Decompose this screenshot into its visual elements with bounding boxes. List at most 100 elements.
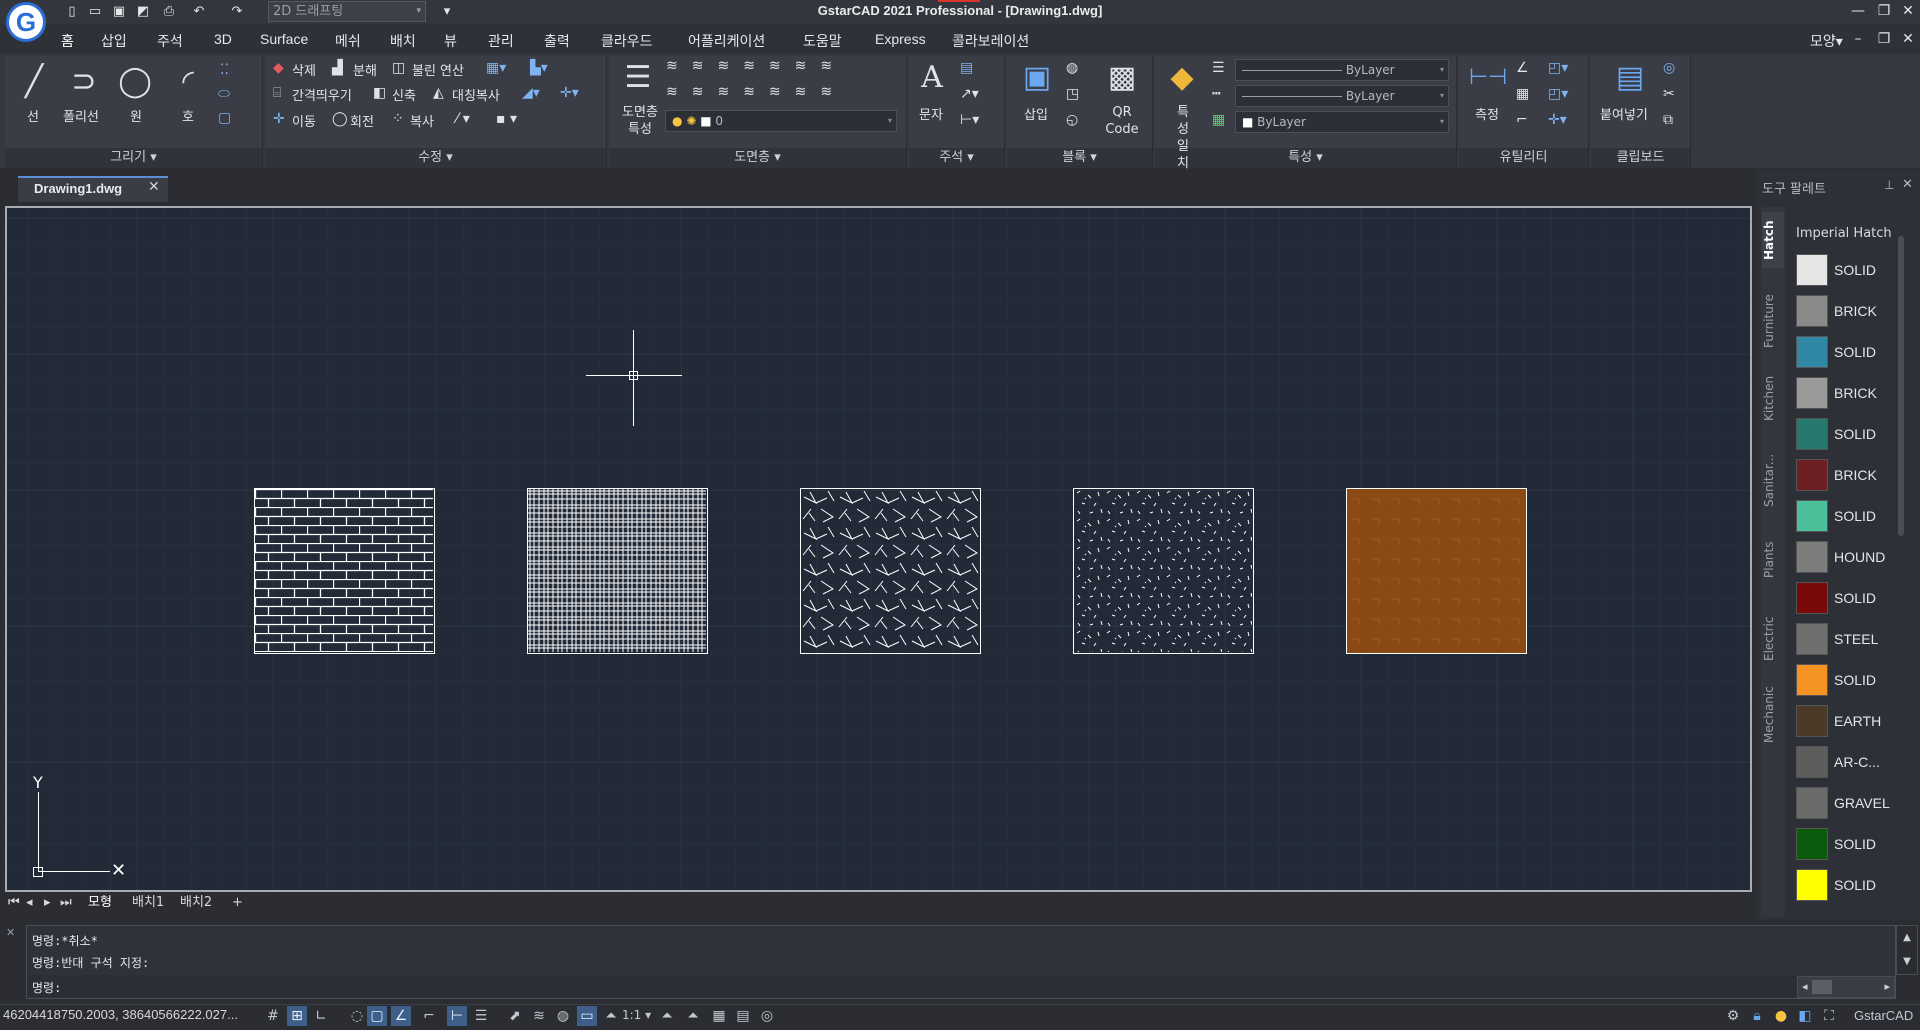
- palette-tab-electric[interactable]: Electric: [1762, 610, 1784, 668]
- otrack-icon[interactable]: ∠: [391, 1006, 411, 1026]
- palette-close-icon[interactable]: ✕: [1902, 177, 1913, 192]
- mirror-tool[interactable]: 대칭복사: [452, 85, 500, 104]
- line-icon[interactable]: ╱: [12, 60, 56, 104]
- panel-properties-title[interactable]: 특성 ▾: [1155, 148, 1456, 168]
- workspace-select[interactable]: 2D 드래프팅 ▾: [268, 1, 426, 22]
- point-icon[interactable]: ⁚⁚: [220, 62, 229, 78]
- menu-3d[interactable]: 3D: [214, 31, 232, 47]
- explode-tool[interactable]: 분해: [353, 60, 377, 79]
- lock-icon[interactable]: 🔒︎: [1747, 1006, 1767, 1026]
- palette-item[interactable]: EARTH: [1796, 705, 1906, 739]
- polar-icon[interactable]: ◌: [347, 1006, 367, 1026]
- tab-layout1[interactable]: 배치1: [132, 893, 164, 913]
- menu-view[interactable]: 뷰: [444, 31, 457, 51]
- menu-mesh[interactable]: 메쉬: [335, 31, 361, 51]
- hatch-solid[interactable]: [1346, 488, 1527, 654]
- copy-clip-icon[interactable]: ◎: [1663, 60, 1675, 76]
- menu-surface[interactable]: Surface: [260, 31, 308, 47]
- palette-item[interactable]: SOLID: [1796, 869, 1906, 903]
- menu-cloud[interactable]: 클라우드: [601, 31, 653, 51]
- tab-prev-icon[interactable]: ◂: [26, 893, 33, 913]
- palette-pin-icon[interactable]: ⊥: [1884, 178, 1894, 192]
- document-tab[interactable]: Drawing1.dwg: [18, 176, 168, 202]
- ducs-icon[interactable]: ⌐: [419, 1006, 439, 1026]
- break-icon[interactable]: ▪ ▾: [496, 111, 517, 127]
- command-close-icon[interactable]: ✕: [6, 926, 15, 939]
- qr-code-icon[interactable]: ▩: [1100, 56, 1144, 100]
- snap-grid-icon[interactable]: ⊞: [287, 1006, 307, 1026]
- annotation-visibility-icon[interactable]: ⏶: [657, 1006, 677, 1026]
- tab-next-icon[interactable]: ▸: [44, 893, 51, 913]
- lineweight-combo[interactable]: ByLayer ▾: [1235, 59, 1449, 81]
- customize-qa-icon[interactable]: ▾: [438, 3, 456, 21]
- layer-tools-row2-icon[interactable]: ≋≋≋≋≋≋≋: [666, 84, 846, 100]
- match-properties-tool[interactable]: 특성 일치: [1172, 104, 1194, 172]
- offset-tool[interactable]: 간격띄우기: [292, 85, 352, 104]
- clean-icon[interactable]: ⛶: [1819, 1006, 1839, 1026]
- hatch-leaves[interactable]: [800, 488, 981, 654]
- panel-annotation-title[interactable]: 주석 ▾: [909, 148, 1004, 168]
- palette-tab-hatch[interactable]: Hatch: [1762, 212, 1784, 268]
- palette-item[interactable]: SOLID: [1796, 828, 1906, 862]
- menu-help[interactable]: 도움말: [803, 31, 842, 51]
- insert-block-icon[interactable]: ▣: [1015, 56, 1059, 100]
- menu-insert[interactable]: 삽입: [101, 31, 127, 51]
- tab-last-icon[interactable]: ⏭: [60, 893, 72, 913]
- doc-close-icon[interactable]: ✕: [1894, 28, 1920, 50]
- group-icon[interactable]: ◰▾: [1548, 60, 1568, 76]
- app-logo[interactable]: G: [6, 2, 46, 42]
- erase-tool[interactable]: 삭제: [292, 60, 316, 79]
- block-define-icon[interactable]: ◳: [1066, 86, 1079, 102]
- redo-icon[interactable]: ↷: [228, 3, 246, 21]
- paste-icon[interactable]: ▤: [1608, 56, 1652, 100]
- qr-code-tool[interactable]: QR Code: [1098, 104, 1146, 138]
- text-icon[interactable]: A: [910, 56, 954, 100]
- angle-icon[interactable]: ∠: [1516, 60, 1529, 76]
- ellipse-icon[interactable]: ⬭: [218, 86, 230, 102]
- isolate-icon[interactable]: ●: [1771, 1006, 1791, 1026]
- selection-cycle-icon[interactable]: ⬈: [505, 1006, 525, 1026]
- text-tool[interactable]: 문자: [919, 104, 943, 123]
- hatch-brick[interactable]: [254, 488, 435, 654]
- minimize-icon[interactable]: —: [1844, 0, 1872, 22]
- arc-tool[interactable]: 호: [182, 106, 194, 125]
- palette-item[interactable]: SOLID: [1796, 664, 1906, 698]
- panel-layers-title[interactable]: 도면층 ▾: [609, 148, 906, 168]
- calc-icon[interactable]: ▦: [1516, 86, 1529, 102]
- menu-annotate[interactable]: 주석: [157, 31, 183, 51]
- menu-express[interactable]: Express: [875, 31, 926, 47]
- annotation-scale-icon[interactable]: ⏶: [601, 1006, 621, 1026]
- insert-block-tool[interactable]: 삽입: [1024, 104, 1048, 123]
- copy-clipboard-icon[interactable]: ⧉: [1663, 112, 1673, 128]
- panel-utilities-title[interactable]: 유틸리티: [1459, 148, 1588, 168]
- menu-apps[interactable]: 어플리케이션: [688, 31, 765, 51]
- command-hscroll[interactable]: ◂ ▸: [1797, 976, 1895, 998]
- palette-tab-furniture[interactable]: Furniture: [1762, 290, 1784, 352]
- command-scroll[interactable]: ▲ ▼: [1896, 925, 1918, 975]
- leader-icon[interactable]: ↗▾: [960, 86, 979, 102]
- scale-icon[interactable]: ✛▾: [560, 85, 579, 101]
- menu-collaboration[interactable]: 콜라보레이션: [952, 31, 1029, 51]
- point-filter-icon[interactable]: ✛▾: [1548, 112, 1567, 128]
- hatch-gravel[interactable]: [1073, 488, 1254, 654]
- undo-icon[interactable]: ↶: [190, 3, 208, 21]
- move-tool[interactable]: 이동: [292, 111, 316, 130]
- tab-model[interactable]: 모형: [88, 893, 112, 913]
- calculator-icon[interactable]: ▤: [733, 1006, 753, 1026]
- layer-properties-tool[interactable]: 도면층 특성: [618, 104, 662, 138]
- match-properties-icon[interactable]: ◆: [1160, 56, 1204, 100]
- palette-tab-plants[interactable]: Plants: [1762, 535, 1784, 585]
- ucs-icon[interactable]: ⌐: [1516, 112, 1528, 128]
- palette-item[interactable]: BRICK: [1796, 377, 1906, 411]
- panel-clipboard-title[interactable]: 클립보드: [1591, 148, 1690, 168]
- command-input[interactable]: [27, 975, 1797, 997]
- drawing-canvas[interactable]: Y ✕: [5, 206, 1752, 892]
- trim-icon[interactable]: ⁄ ▾: [456, 111, 470, 127]
- palette-item[interactable]: HOUND: [1796, 541, 1906, 575]
- auto-scale-icon[interactable]: ⏶: [683, 1006, 703, 1026]
- block-edit-icon[interactable]: ◍: [1066, 60, 1078, 76]
- clean-screen-icon[interactable]: ◎: [757, 1006, 777, 1026]
- hardware-accel-icon[interactable]: ◧: [1795, 1006, 1815, 1026]
- panel-block-title[interactable]: 블록 ▾: [1007, 148, 1152, 168]
- lineweight-toggle-icon[interactable]: ☰: [471, 1006, 491, 1026]
